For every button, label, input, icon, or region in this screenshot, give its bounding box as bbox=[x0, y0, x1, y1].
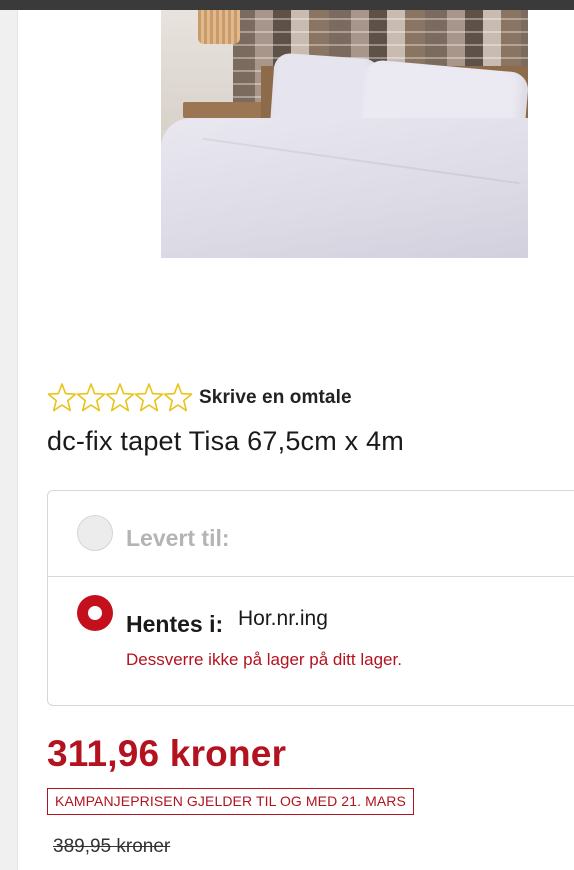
product-image[interactable] bbox=[161, 10, 528, 258]
radio-selected[interactable] bbox=[77, 595, 113, 631]
write-review-link[interactable]: Skrive en omtale bbox=[199, 387, 352, 409]
old-price: 389,95 kroner bbox=[53, 836, 171, 857]
stock-message: Dessverre ikke på lager på ditt lager. bbox=[126, 650, 402, 669]
delivered-to-label: Levert til: bbox=[126, 525, 230, 551]
star-empty-icon bbox=[163, 382, 193, 414]
lamp bbox=[198, 10, 240, 44]
star-empty-icon bbox=[105, 382, 135, 414]
store-name[interactable]: Hor.nr.ing bbox=[238, 607, 328, 631]
current-price: 311,96 kroner bbox=[47, 733, 287, 774]
delivery-option-pickup[interactable]: Hentes i: Hor.nr.ing Dessverre ikke på l… bbox=[48, 577, 574, 707]
star-empty-icon bbox=[76, 382, 106, 414]
rating[interactable]: Skrive en omtale bbox=[47, 381, 352, 415]
campaign-badge: KAMPANJEPRISEN GJELDER TIL OG MED 21. MA… bbox=[47, 788, 414, 815]
nightstand bbox=[183, 102, 269, 118]
product-title: dc-fix tapet Tisa 67,5cm x 4m bbox=[47, 426, 404, 456]
delivery-options: Levert til: Hentes i: Hor.nr.ing Dessver… bbox=[47, 490, 574, 706]
pickup-label: Hentes i: bbox=[126, 611, 224, 637]
star-empty-icon bbox=[134, 382, 164, 414]
star-empty-icon bbox=[47, 382, 77, 414]
top-bar bbox=[0, 0, 574, 10]
radio-unselected[interactable] bbox=[77, 515, 113, 551]
delivery-option-home[interactable]: Levert til: bbox=[48, 491, 574, 577]
left-rail bbox=[0, 10, 18, 870]
